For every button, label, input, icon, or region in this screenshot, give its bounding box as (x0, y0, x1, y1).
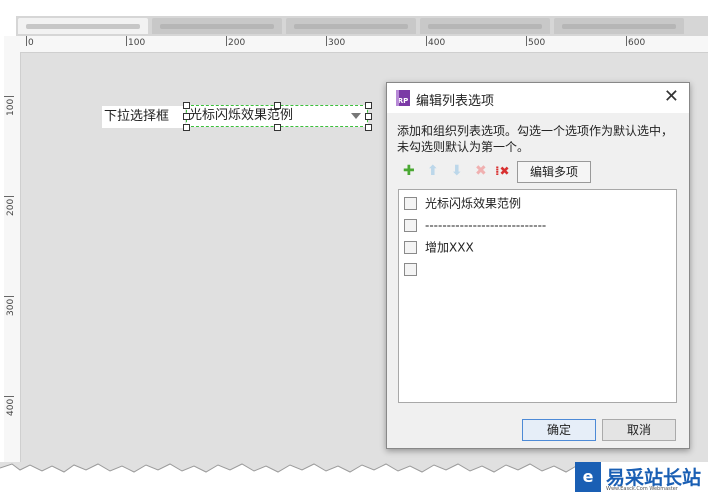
document-tab[interactable] (420, 18, 550, 34)
ruler-label: 400 (428, 38, 446, 48)
dropdown-label-widget[interactable]: 下拉选择框 (102, 106, 185, 128)
resize-handle[interactable] (365, 102, 372, 109)
default-checkbox[interactable] (404, 219, 417, 232)
resize-handle[interactable] (183, 102, 190, 109)
document-tab-bar (16, 16, 708, 36)
resize-handle[interactable] (365, 124, 372, 131)
ruler-label: 100 (6, 98, 16, 116)
ruler-label: 300 (328, 38, 346, 48)
resize-handle[interactable] (274, 124, 281, 131)
dialog-description: 添加和组织列表选项。勾选一个选项作为默认选中，未勾选则默认为第一个。 (397, 124, 674, 154)
options-list[interactable]: 光标闪烁效果范例 ---------------------------- 增加… (398, 189, 677, 403)
ruler-label: 400 (6, 398, 16, 416)
logo-mark-icon: e (575, 462, 601, 492)
cancel-button[interactable]: 取消 (602, 419, 676, 441)
vertical-ruler: 100 200 300 400 (4, 52, 21, 472)
dropdown-selected-text: 光标闪烁效果范例 (189, 108, 294, 123)
list-item[interactable]: ---------------------------- (404, 218, 546, 234)
ruler-label: 500 (528, 38, 546, 48)
edit-list-options-dialog: RP 编辑列表选项 ✕ 添加和组织列表选项。勾选一个选项作为默认选中，未勾选则默… (386, 82, 690, 449)
close-icon[interactable]: ✕ (664, 87, 679, 107)
move-up-icon[interactable]: ⬆ (427, 163, 439, 179)
resize-handle[interactable] (183, 124, 190, 131)
dialog-titlebar: RP 编辑列表选项 ✕ (387, 83, 689, 113)
move-down-icon[interactable]: ⬇ (451, 163, 463, 179)
default-checkbox[interactable] (404, 263, 417, 276)
default-checkbox[interactable] (404, 197, 417, 210)
ruler-label: 100 (128, 38, 146, 48)
list-item-text[interactable]: ---------------------------- (425, 219, 546, 233)
axure-rp-icon: RP (396, 90, 410, 106)
ruler-corner (4, 36, 16, 52)
add-item-icon[interactable]: ✚ (403, 163, 415, 179)
logo-subtext: Www.Easck.Com Webmaster (606, 486, 678, 492)
default-checkbox[interactable] (404, 241, 417, 254)
resize-handle[interactable] (274, 102, 281, 109)
dialog-title: 编辑列表选项 (416, 94, 495, 109)
horizontal-ruler: 0 100 200 300 400 500 600 (16, 36, 708, 53)
dropdown-arrow-icon (351, 113, 361, 119)
list-item[interactable]: 增加XXX (404, 240, 474, 256)
edit-multiple-button[interactable]: 编辑多项 (517, 161, 591, 183)
list-item[interactable] (404, 262, 425, 278)
resize-handle[interactable] (183, 113, 190, 120)
document-tab[interactable] (554, 18, 684, 34)
ruler-label: 600 (628, 38, 646, 48)
list-item-text[interactable]: 增加XXX (425, 241, 474, 255)
ruler-label: 200 (228, 38, 246, 48)
resize-handle[interactable] (365, 113, 372, 120)
ok-button[interactable]: 确定 (522, 419, 596, 441)
delete-item-icon[interactable]: ✖ (475, 163, 487, 179)
list-item-text[interactable]: 光标闪烁效果范例 (425, 197, 521, 211)
site-watermark-logo: e 易采站长站 Www.Easck.Com Webmaster (575, 462, 708, 494)
document-tab[interactable] (286, 18, 416, 34)
ruler-label: 300 (6, 298, 16, 316)
ruler-label: 200 (6, 198, 16, 216)
ruler-label: 0 (28, 38, 34, 48)
list-item[interactable]: 光标闪烁效果范例 (404, 196, 521, 212)
document-tab[interactable] (18, 18, 148, 34)
clear-all-icon[interactable]: ⁞✖ (495, 163, 510, 179)
document-tab[interactable] (152, 18, 282, 34)
